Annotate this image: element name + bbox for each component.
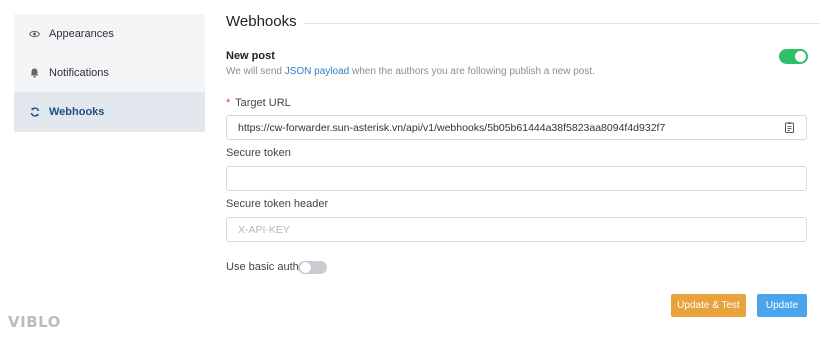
clipboard-icon[interactable] — [785, 122, 794, 133]
basic-auth-label: Use basic auth — [226, 261, 299, 273]
sidebar-item-webhooks[interactable]: Webhooks — [14, 92, 205, 132]
target-url-value: https://cw-forwarder.sun-asterisk.vn/api… — [238, 121, 666, 134]
viblo-logo[interactable]: VIBLO — [8, 313, 61, 331]
secure-token-header-input[interactable]: X-API-KEY — [226, 217, 807, 242]
page-title: Webhooks — [226, 13, 297, 30]
basic-auth-toggle[interactable] — [298, 261, 327, 274]
json-payload-link[interactable]: JSON payload — [285, 66, 349, 77]
target-url-input[interactable]: https://cw-forwarder.sun-asterisk.vn/api… — [226, 115, 807, 140]
bell-icon — [29, 67, 40, 78]
secure-token-label: Secure token — [226, 147, 291, 159]
sidebar-item-appearances[interactable]: Appearances — [14, 14, 205, 53]
toggle-knob — [300, 262, 311, 273]
sidebar-item-label: Appearances — [49, 27, 114, 40]
secure-token-input[interactable] — [226, 166, 807, 191]
sidebar-item-label: Notifications — [49, 66, 109, 79]
new-post-description: We will send JSON payload when the autho… — [226, 66, 595, 77]
sidebar-item-label: Webhooks — [49, 106, 105, 118]
new-post-desc-suffix: when the authors you are following publi… — [349, 66, 595, 77]
new-post-title: New post — [226, 50, 275, 62]
target-url-label-text: Target URL — [235, 97, 291, 109]
title-divider — [304, 23, 820, 24]
update-button[interactable]: Update — [757, 294, 807, 317]
required-mark: * — [226, 97, 231, 109]
new-post-toggle[interactable] — [779, 49, 808, 64]
toggle-knob — [795, 51, 806, 62]
settings-sidebar: Appearances Notifications Webhooks — [14, 14, 205, 132]
new-post-desc-prefix: We will send — [226, 66, 285, 77]
eye-icon — [29, 28, 40, 39]
update-and-test-button[interactable]: Update & Test — [671, 294, 746, 317]
sidebar-item-notifications[interactable]: Notifications — [14, 53, 205, 92]
target-url-label: * Target URL — [226, 97, 291, 109]
secure-token-header-label: Secure token header — [226, 198, 329, 210]
sync-icon — [29, 107, 40, 118]
secure-token-header-placeholder: X-API-KEY — [238, 223, 290, 236]
